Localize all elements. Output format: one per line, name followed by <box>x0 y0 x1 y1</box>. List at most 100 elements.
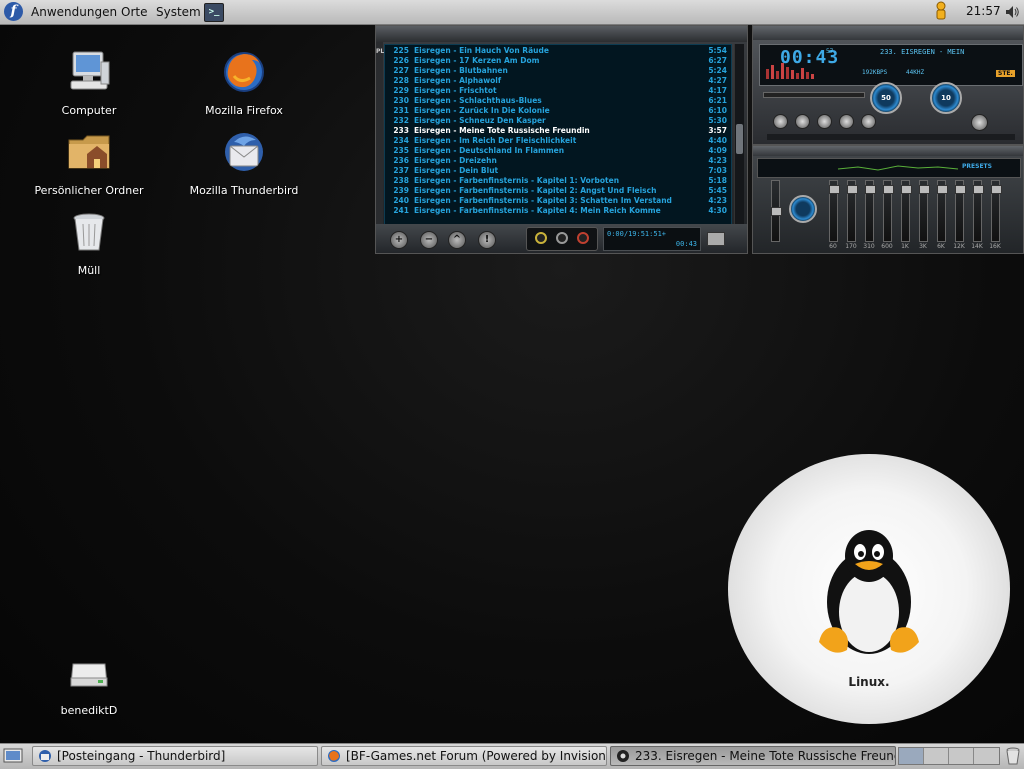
playlist-titlebar[interactable] <box>376 26 747 42</box>
playlist-row-num: 226 <box>393 56 409 65</box>
playlist-row[interactable]: 227 Eisregen - Blutbahnen 5:24 <box>387 66 731 76</box>
pause-small-button[interactable] <box>556 232 568 244</box>
playlist-row[interactable]: 226 Eisregen - 17 Kerzen Am Dom 6:27 <box>387 56 731 66</box>
menu-orte[interactable]: Orte <box>121 4 147 20</box>
desktop-icon-home-folder[interactable]: Persönlicher Ordner <box>29 128 149 197</box>
eq-band-slider[interactable] <box>937 180 948 242</box>
eq-band-slider[interactable] <box>955 180 966 242</box>
workspace-4[interactable] <box>974 748 999 764</box>
eq-band-handle[interactable] <box>955 185 966 194</box>
eq-band-handle[interactable] <box>847 185 858 194</box>
eq-band-slider[interactable] <box>919 180 930 242</box>
play-small-button[interactable] <box>535 232 547 244</box>
workspace-1[interactable] <box>899 748 924 764</box>
eq-band-slider[interactable] <box>847 180 858 242</box>
desktop-icon-computer[interactable]: Computer <box>29 48 149 117</box>
playlist-row-num: 239 <box>393 186 409 195</box>
equalizer-titlebar[interactable] <box>753 146 1023 156</box>
playlist-add-button[interactable]: + <box>390 231 408 249</box>
playlist-select-button[interactable]: ^ <box>448 231 466 249</box>
playlist-row[interactable]: 237 Eisregen - Dein Blut 7:03 <box>387 166 731 176</box>
volume-icon[interactable] <box>1004 4 1020 20</box>
playlist-row[interactable]: 233 Eisregen - Meine Tote Russische Freun… <box>387 126 731 136</box>
xmms-main-window[interactable]: 00:43 57 233. EISREGEN - MEIN 192KBPS 44… <box>752 25 1024 145</box>
playlist-row-num: 241 <box>393 206 409 215</box>
eq-band-slider[interactable] <box>973 180 984 242</box>
xmms-equalizer-window[interactable]: PRESETS 60 170 310 600 1K 3K 6K 12K 14K … <box>752 145 1024 254</box>
playlist-row-title: Eisregen - Farbenfinsternis - Kapitel 2:… <box>414 186 657 195</box>
playlist-row[interactable]: 230 Eisregen - Schlachthaus-Blues 6:21 <box>387 96 731 106</box>
player-seek-bar[interactable] <box>763 92 865 98</box>
task-xmms[interactable]: 233. Eisregen - Meine Tote Russische Fre… <box>610 746 896 766</box>
playlist-misc-button[interactable]: ! <box>478 231 496 249</box>
player-stereo-indicator: STE. <box>996 70 1015 77</box>
eq-preamp-knob[interactable] <box>789 195 817 223</box>
stop-small-button[interactable] <box>577 232 589 244</box>
playlist-list[interactable]: 225 Eisregen - Ein Hauch Von Räude 5:54 226… <box>384 44 732 244</box>
player-titlebar[interactable] <box>753 26 1023 40</box>
task-thunderbird[interactable]: [Posteingang - Thunderbird] <box>32 746 318 766</box>
trash-applet-icon[interactable] <box>1005 747 1021 765</box>
next-button[interactable] <box>861 114 876 129</box>
playlist-row[interactable]: 236 Eisregen - Dreizehn 4:23 <box>387 156 731 166</box>
playlist-row[interactable]: 229 Eisregen - Frischtot 4:17 <box>387 86 731 96</box>
terminal-launcher-icon[interactable]: >_ <box>204 3 224 22</box>
stop-button[interactable] <box>839 114 854 129</box>
playlist-row-title: Eisregen - Frischtot <box>414 86 497 95</box>
workspace-3[interactable] <box>949 748 974 764</box>
show-desktop-icon[interactable] <box>3 747 23 765</box>
workspace-switcher[interactable] <box>898 747 1000 765</box>
eq-band-handle[interactable] <box>883 185 894 194</box>
fedora-logo-icon[interactable]: f <box>4 2 23 21</box>
playlist-scrollbar[interactable] <box>734 44 744 244</box>
playlist-row[interactable]: 239 Eisregen - Farbenfinsternis - Kapitel… <box>387 186 731 196</box>
xmms-playlist-window[interactable]: PL 225 Eisregen - Ein Hauch Von Räude 5:54… <box>375 25 748 254</box>
eq-band-slider[interactable] <box>829 180 840 242</box>
notification-icon[interactable] <box>934 1 948 22</box>
trash-icon <box>73 213 105 251</box>
task-firefox[interactable]: [BF-Games.net Forum (Powered by Invision… <box>321 746 607 766</box>
desktop-icon-trash[interactable]: Müll <box>29 208 149 277</box>
pause-button[interactable] <box>817 114 832 129</box>
playlist-scroll-thumb[interactable] <box>736 124 743 154</box>
clock[interactable]: 21:57 <box>966 4 1001 18</box>
eq-band-slider[interactable] <box>991 180 1002 242</box>
playlist-row[interactable]: 240 Eisregen - Farbenfinsternis - Kapitel… <box>387 196 731 206</box>
play-button[interactable] <box>795 114 810 129</box>
playlist-row[interactable]: 232 Eisregen - Schneuz Den Kasper 5:30 <box>387 116 731 126</box>
eq-band-handle[interactable] <box>901 185 912 194</box>
playlist-row-time: 4:30 <box>708 206 727 215</box>
playlist-row[interactable]: 228 Eisregen - Alphawolf 4:27 <box>387 76 731 86</box>
playlist-row[interactable]: 241 Eisregen - Farbenfinsternis - Kapitel… <box>387 206 731 216</box>
previous-button[interactable] <box>773 114 788 129</box>
playlist-menu-button[interactable] <box>707 232 725 246</box>
eq-band-handle[interactable] <box>829 185 840 194</box>
eject-button[interactable] <box>971 114 988 131</box>
eq-band-handle[interactable] <box>919 185 930 194</box>
eq-band-slider[interactable] <box>901 180 912 242</box>
menu-system[interactable]: System <box>156 4 201 20</box>
balance-knob[interactable]: 10 <box>930 82 962 114</box>
playlist-row-title: Eisregen - Zurück In Die Kolonie <box>414 106 550 115</box>
eq-preamp-slider[interactable] <box>771 180 782 242</box>
eq-band-handle[interactable] <box>937 185 948 194</box>
playlist-row[interactable]: 225 Eisregen - Ein Hauch Von Räude 5:54 <box>387 46 731 56</box>
eq-band-handle[interactable] <box>991 185 1002 194</box>
eq-preamp-handle[interactable] <box>771 207 782 216</box>
eq-band-handle[interactable] <box>865 185 876 194</box>
playlist-row[interactable]: 238 Eisregen - Farbenfinsternis - Kapitel… <box>387 176 731 186</box>
workspace-2[interactable] <box>924 748 949 764</box>
eq-band-slider[interactable] <box>865 180 876 242</box>
menu-anwendungen[interactable]: Anwendungen <box>31 4 117 20</box>
playlist-row[interactable]: 231 Eisregen - Zurück In Die Kolonie 6:10 <box>387 106 731 116</box>
volume-knob[interactable]: 50 <box>870 82 902 114</box>
eq-band-handle[interactable] <box>973 185 984 194</box>
playlist-remove-button[interactable]: − <box>420 231 438 249</box>
playlist-row[interactable]: 235 Eisregen - Deutschland In Flammen 4:09 <box>387 146 731 156</box>
desktop-icon-thunderbird[interactable]: Mozilla Thunderbird <box>184 128 304 197</box>
desktop-icon-firefox[interactable]: Mozilla Firefox <box>184 48 304 117</box>
playlist-row[interactable]: 234 Eisregen - Im Reich Der Fleischlichke… <box>387 136 731 146</box>
equalizer-presets-button[interactable]: PRESETS <box>962 163 992 170</box>
desktop-icon-drive[interactable]: benediktD <box>29 648 149 717</box>
eq-band-slider[interactable] <box>883 180 894 242</box>
